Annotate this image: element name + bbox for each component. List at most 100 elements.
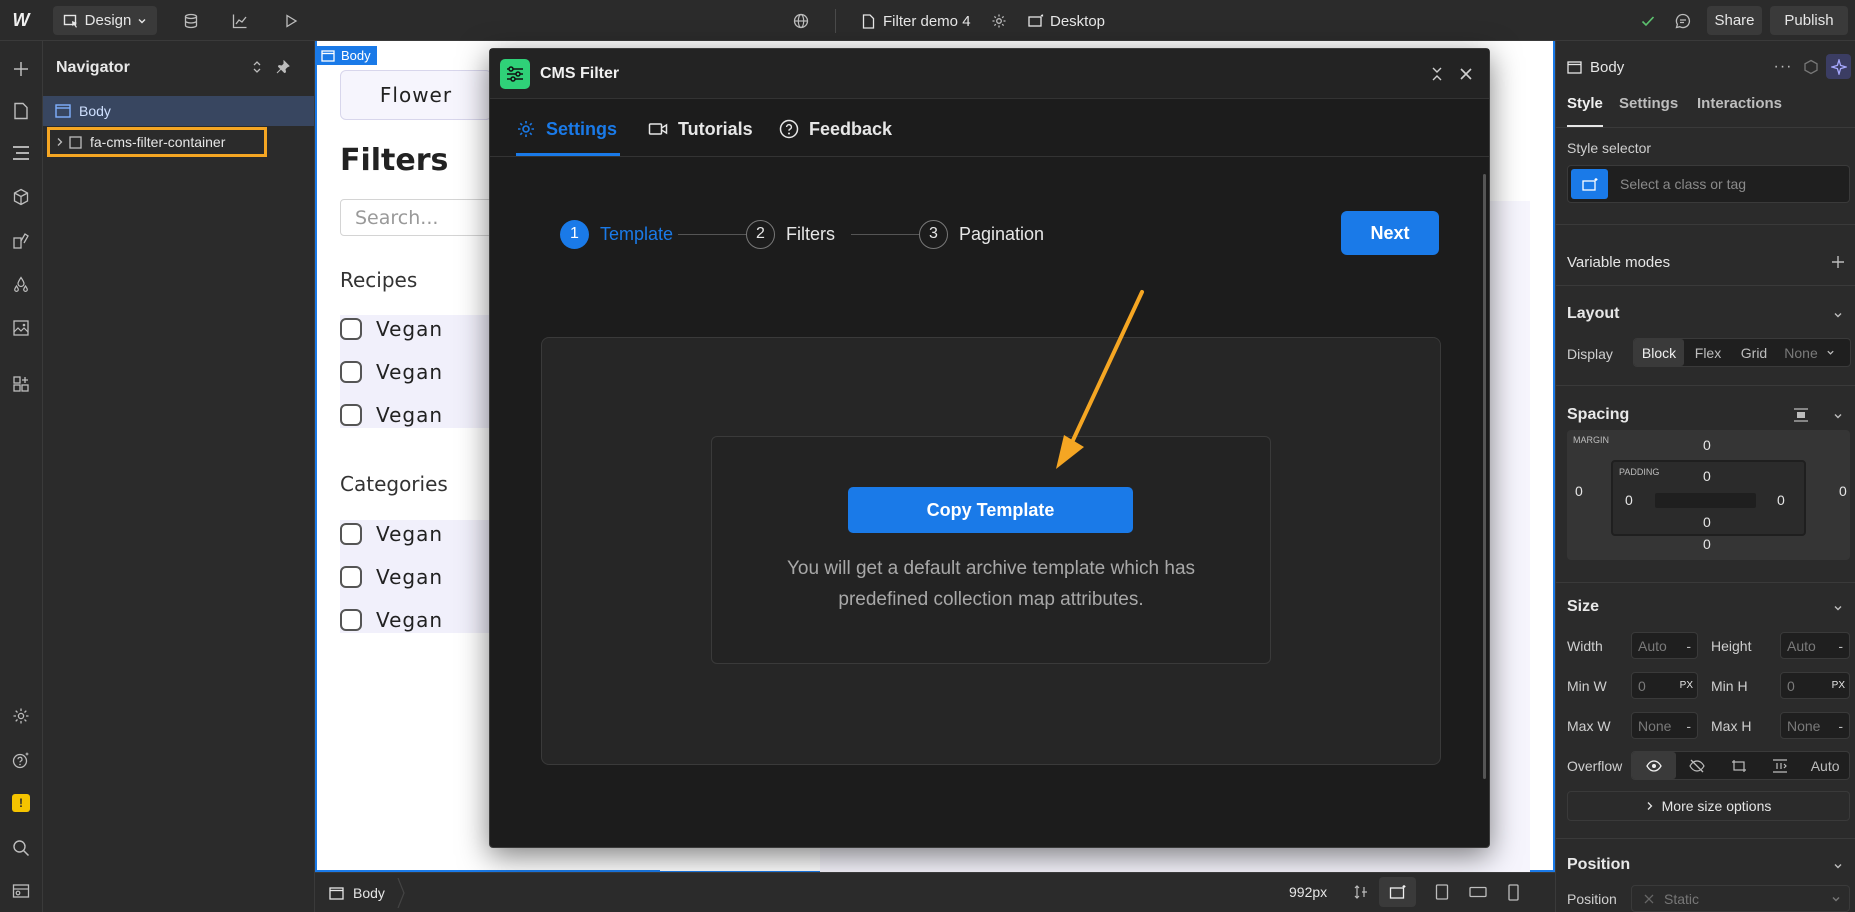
collapse-icon[interactable] xyxy=(1428,65,1446,83)
expand-collapse-icon[interactable] xyxy=(249,59,265,75)
overflow-clip-icon[interactable] xyxy=(1759,758,1801,773)
step-pagination[interactable]: 3 Pagination xyxy=(919,219,1044,249)
checkbox[interactable] xyxy=(340,361,362,383)
display-flex-option[interactable]: Flex xyxy=(1684,345,1732,361)
chevron-right-icon[interactable] xyxy=(56,137,64,147)
analytics-icon[interactable] xyxy=(229,10,251,32)
chevron-down-icon[interactable] xyxy=(1830,408,1846,424)
display-grid-option[interactable]: Grid xyxy=(1732,345,1776,361)
unit-label[interactable]: PX xyxy=(1832,680,1845,691)
components-icon[interactable] xyxy=(9,185,33,209)
globe-icon[interactable] xyxy=(790,10,812,32)
apps-icon[interactable] xyxy=(9,372,33,396)
unit-label[interactable]: - xyxy=(1838,638,1843,654)
unit-label[interactable]: - xyxy=(1686,718,1691,734)
position-section-title[interactable]: Position xyxy=(1567,856,1630,874)
search-input[interactable]: Search... xyxy=(340,199,500,236)
size-section-title[interactable]: Size xyxy=(1567,598,1599,616)
overflow-hidden-eye-off-icon[interactable] xyxy=(1676,759,1718,773)
unit-label[interactable]: PX xyxy=(1680,680,1693,691)
video-tutorials-icon[interactable] xyxy=(9,879,33,903)
unit-label[interactable]: - xyxy=(1686,638,1691,654)
tab-settings[interactable]: Settings xyxy=(1619,95,1678,112)
pages-icon[interactable] xyxy=(9,99,33,123)
overflow-visible-eye-icon[interactable] xyxy=(1632,752,1676,779)
margin-bottom-value[interactable]: 0 xyxy=(1703,536,1711,552)
copy-template-button[interactable]: Copy Template xyxy=(848,487,1133,533)
help-icon[interactable] xyxy=(9,748,33,772)
navigator-item-body[interactable]: Body xyxy=(43,96,314,126)
add-elements-icon[interactable] xyxy=(9,57,33,81)
display-block-option[interactable]: Block xyxy=(1634,339,1684,366)
step-filters[interactable]: 2 Filters xyxy=(746,219,835,249)
scrollbar[interactable] xyxy=(1483,174,1486,779)
tab-flower[interactable]: Flower xyxy=(340,70,492,120)
margin-left-value[interactable]: 0 xyxy=(1575,483,1583,499)
component-icon[interactable] xyxy=(1801,57,1821,77)
close-icon[interactable] xyxy=(1456,64,1476,84)
checkbox[interactable] xyxy=(340,609,362,631)
checkbox[interactable] xyxy=(340,523,362,545)
display-none-option[interactable]: None xyxy=(1776,345,1826,361)
desktop-breakpoint-icon[interactable] xyxy=(1379,877,1416,907)
unit-label[interactable]: - xyxy=(1838,718,1843,734)
min-width-input[interactable]: 0 PX xyxy=(1631,672,1698,699)
chevron-down-icon[interactable] xyxy=(1830,600,1846,616)
breadcrumb[interactable]: Body xyxy=(329,878,405,908)
spacing-section-title[interactable]: Spacing xyxy=(1567,406,1629,424)
padding-right-value[interactable]: 0 xyxy=(1777,492,1785,508)
audit-warning-icon[interactable]: ! xyxy=(9,791,33,815)
resize-width-icon[interactable] xyxy=(1352,883,1370,901)
variables-drops-icon[interactable] xyxy=(9,273,33,297)
more-options-icon[interactable]: ··· xyxy=(1773,57,1793,77)
tab-interactions[interactable]: Interactions xyxy=(1697,95,1782,112)
preview-play-icon[interactable] xyxy=(280,10,302,32)
tab-settings[interactable]: Settings xyxy=(516,117,617,141)
checkbox[interactable] xyxy=(340,566,362,588)
checkbox-vegan[interactable]: Vegan xyxy=(340,518,443,550)
style-guide-icon[interactable] xyxy=(9,229,33,253)
padding-bottom-value[interactable]: 0 xyxy=(1703,514,1711,530)
overflow-auto-option[interactable]: Auto xyxy=(1801,758,1849,774)
chevron-down-icon[interactable] xyxy=(1826,348,1835,357)
margin-right-value[interactable]: 0 xyxy=(1839,483,1847,499)
settings-gear-icon[interactable] xyxy=(9,704,33,728)
min-height-input[interactable]: 0 PX xyxy=(1780,672,1850,699)
position-select[interactable]: Static xyxy=(1631,885,1850,912)
mobile-landscape-icon[interactable] xyxy=(1469,883,1487,901)
height-input[interactable]: Auto - xyxy=(1780,632,1850,659)
checkbox-vegan[interactable]: Vegan xyxy=(340,604,443,636)
tablet-breakpoint-icon[interactable] xyxy=(1433,883,1451,901)
tab-style[interactable]: Style xyxy=(1567,95,1603,112)
chevron-down-icon[interactable] xyxy=(1830,307,1846,323)
checkbox[interactable] xyxy=(340,318,362,340)
style-selector-input[interactable]: Select a class or tag xyxy=(1567,165,1850,203)
padding-left-value[interactable]: 0 xyxy=(1625,492,1633,508)
margin-top-value[interactable]: 0 xyxy=(1703,437,1711,453)
add-icon[interactable] xyxy=(1830,254,1846,270)
checkbox-vegan[interactable]: Vegan xyxy=(340,356,443,388)
mobile-portrait-icon[interactable] xyxy=(1504,883,1522,901)
search-icon[interactable] xyxy=(9,836,33,860)
chevron-down-icon[interactable] xyxy=(1830,858,1846,874)
mode-dropdown[interactable]: Design xyxy=(53,6,157,35)
checkbox-vegan[interactable]: Vegan xyxy=(340,399,443,431)
publish-button[interactable]: Publish xyxy=(1770,6,1848,35)
page-selector[interactable]: Filter demo 4 xyxy=(862,10,971,32)
tab-tutorials[interactable]: Tutorials xyxy=(648,117,753,141)
max-height-input[interactable]: None - xyxy=(1780,712,1850,739)
checkbox[interactable] xyxy=(340,404,362,426)
body-element-tag[interactable]: Body xyxy=(315,46,377,65)
overflow-scroll-icon[interactable] xyxy=(1718,759,1760,773)
assets-image-icon[interactable] xyxy=(9,316,33,340)
comments-icon[interactable] xyxy=(1672,10,1694,32)
more-size-options-button[interactable]: More size options xyxy=(1567,791,1850,821)
spacing-preset-icon[interactable] xyxy=(1791,406,1811,424)
ai-assistant-icon[interactable] xyxy=(1826,54,1851,79)
page-settings-gear-icon[interactable] xyxy=(988,10,1010,32)
next-button[interactable]: Next xyxy=(1341,211,1439,255)
tab-feedback[interactable]: Feedback xyxy=(779,117,892,141)
pin-icon[interactable] xyxy=(275,59,291,75)
checkbox-vegan[interactable]: Vegan xyxy=(340,561,443,593)
navigator-item-filter-container[interactable]: fa-cms-filter-container xyxy=(47,127,267,157)
